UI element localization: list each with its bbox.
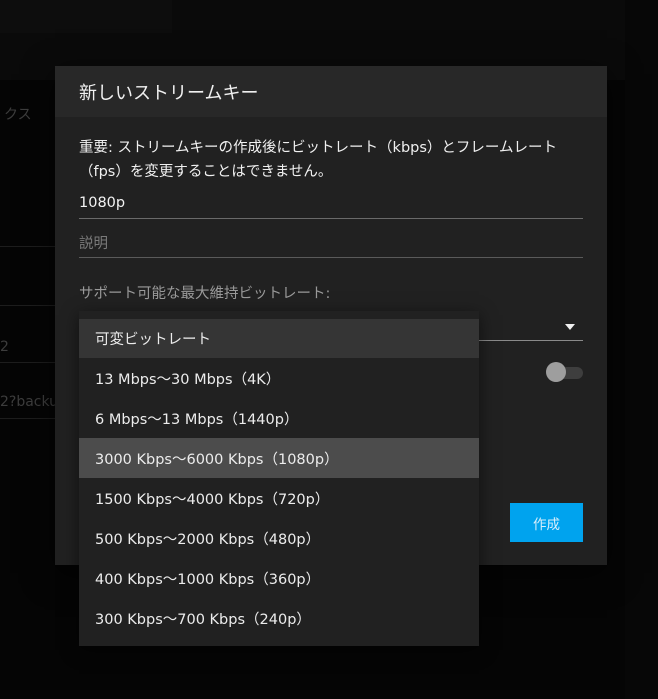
background-text-fragment: クス [4,107,32,123]
toggle-knob[interactable] [546,362,566,382]
dialog-title: 新しいストリームキー [79,82,259,104]
background-divider [0,246,55,247]
background-divider [0,418,55,419]
bitrate-select-label: サポート可能な最大維持ビットレート: [79,286,331,302]
background-divider [0,305,55,306]
dropdown-option-1440p[interactable]: 6 Mbps〜13 Mbps（1440p） [79,398,479,438]
background-text-fragment: 2 [0,339,9,355]
create-button[interactable]: 作成 [510,503,583,542]
dropdown-option-720p[interactable]: 1500 Kbps〜4000 Kbps（720p） [79,478,479,518]
background-divider [0,362,55,363]
description-field[interactable]: 説明 [79,232,583,258]
dropdown-option-360p[interactable]: 400 Kbps〜1000 Kbps（360p） [79,558,479,598]
dropdown-option-variable-bitrate[interactable]: 可変ビットレート [79,319,479,358]
bitrate-dropdown-menu: 可変ビットレート 13 Mbps〜30 Mbps（4K） 6 Mbps〜13 M… [79,311,479,646]
dialog-header: 新しいストリームキー [55,66,607,117]
stream-key-name-field[interactable]: 1080p [79,191,583,219]
dropdown-option-240p[interactable]: 300 Kbps〜700 Kbps（240p） [79,598,479,638]
background-text-fragment: 2?backu [0,394,59,410]
important-notice: 重要: ストリームキーの作成後にビットレート（kbps）とフレームレート（fps… [79,140,557,180]
dropdown-option-4k[interactable]: 13 Mbps〜30 Mbps（4K） [79,358,479,398]
background-topbar [0,0,172,33]
dropdown-option-1080p[interactable]: 3000 Kbps〜6000 Kbps（1080p） [79,438,479,478]
dropdown-option-480p[interactable]: 500 Kbps〜2000 Kbps（480p） [79,518,479,558]
background-right-strip [625,0,658,699]
dropdown-arrow-icon[interactable] [565,324,575,330]
